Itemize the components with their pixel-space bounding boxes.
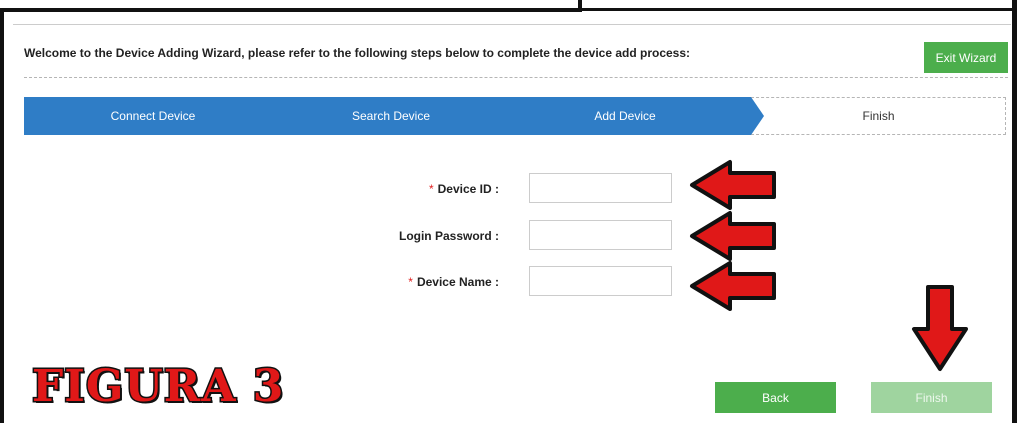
required-marker: * [408, 275, 413, 289]
red-arrow-down-icon [912, 285, 968, 371]
step-search-device: Search Device [351, 109, 431, 123]
login-password-label: Login Password : [398, 229, 499, 243]
frame-border-top [0, 8, 580, 12]
step-connect-device: Connect Device [110, 109, 196, 123]
dashed-divider [24, 77, 1008, 78]
wizard-steps: Connect Device Search Device Add Device … [24, 97, 1006, 135]
device-id-row: * Device ID : [13, 173, 713, 205]
finish-button: Finish [871, 382, 992, 413]
welcome-text: Welcome to the Device Adding Wizard, ple… [24, 46, 691, 60]
device-id-input[interactable] [529, 173, 672, 203]
device-name-row: * Device Name : [13, 266, 713, 298]
exit-wizard-button[interactable]: Exit Wizard [924, 42, 1008, 73]
frame-border-top-right [578, 8, 1017, 11]
red-arrow-left-icon [690, 211, 776, 261]
back-button[interactable]: Back [715, 382, 836, 413]
frame-border-left [0, 8, 4, 423]
figure-caption: FIGURA 3 [30, 361, 285, 412]
login-password-input[interactable] [529, 220, 672, 250]
login-password-row: Login Password : [13, 220, 713, 252]
red-arrow-left-icon [690, 160, 776, 210]
required-marker: * [428, 182, 434, 196]
red-arrow-left-icon [690, 261, 776, 311]
device-id-label: * Device ID : [428, 182, 499, 196]
device-name-label: * Device Name : [408, 275, 499, 289]
frame-border-right [1012, 0, 1017, 423]
device-name-input[interactable] [529, 266, 672, 296]
step-finish: Finish [862, 109, 895, 123]
step-add-device: Add Device [594, 109, 656, 123]
